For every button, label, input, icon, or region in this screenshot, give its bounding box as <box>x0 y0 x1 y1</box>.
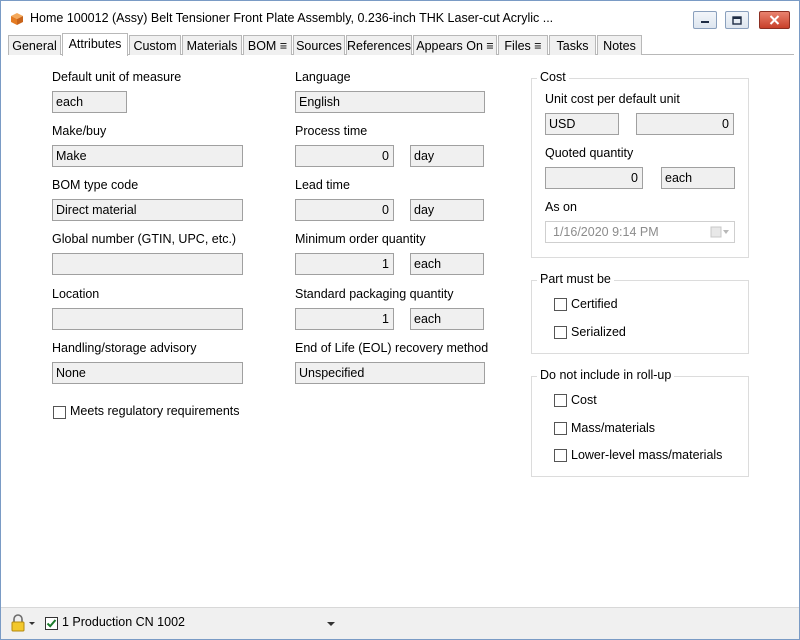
close-icon <box>769 15 780 25</box>
change-notice-label: 1 Production CN 1002 <box>62 615 185 629</box>
tab-attributes[interactable]: Attributes <box>62 33 128 56</box>
lead-time-field[interactable]: 0 <box>295 199 394 221</box>
lead-time-label: Lead time <box>295 178 350 192</box>
tab-files[interactable]: Files ≡ <box>498 35 548 55</box>
change-notice-dropdown[interactable] <box>325 618 337 628</box>
eol-field[interactable]: Unspecified <box>295 362 485 384</box>
bom-type-field[interactable]: Direct material <box>52 199 243 221</box>
tab-sources[interactable]: Sources <box>293 35 345 55</box>
make-buy-label: Make/buy <box>52 124 107 138</box>
rollup-cost-checkbox[interactable] <box>554 394 567 407</box>
global-number-field[interactable] <box>52 253 243 275</box>
regulatory-checkbox[interactable] <box>53 406 66 419</box>
min-order-field[interactable]: 1 <box>295 253 394 275</box>
checkmark-icon <box>46 619 57 628</box>
make-buy-field[interactable]: Make <box>52 145 243 167</box>
language-field[interactable]: English <box>295 91 485 113</box>
box-icon <box>11 13 23 25</box>
maximize-icon <box>732 15 742 25</box>
tab-custom[interactable]: Custom <box>129 35 181 55</box>
bom-type-label: BOM type code <box>52 178 139 192</box>
certified-label: Certified <box>571 297 618 311</box>
tab-bom[interactable]: BOM ≡ <box>243 35 292 55</box>
std-pack-unit[interactable]: each <box>410 308 484 330</box>
maximize-button[interactable] <box>725 11 749 29</box>
lock-dropdown-button[interactable] <box>10 614 38 632</box>
serialized-checkbox[interactable] <box>554 326 567 339</box>
lock-icon <box>11 614 35 632</box>
tab-bar: General Attributes Custom Materials BOM … <box>8 33 794 56</box>
quoted-qty-unit[interactable]: each <box>661 167 735 189</box>
close-button[interactable] <box>759 11 790 29</box>
std-pack-label: Standard packaging quantity <box>295 287 454 301</box>
as-on-datetime-picker[interactable]: 1/16/2020 9:14 PM <box>545 221 735 243</box>
part-must-be-title: Part must be <box>537 272 614 286</box>
handling-field[interactable]: None <box>52 362 243 384</box>
tab-references[interactable]: References <box>346 35 412 55</box>
location-field[interactable] <box>52 308 243 330</box>
eol-label: End of Life (EOL) recovery method <box>295 341 489 355</box>
tab-notes[interactable]: Notes <box>597 35 642 55</box>
rollup-cost-label: Cost <box>571 393 597 407</box>
change-notice-checkbox[interactable] <box>45 617 58 630</box>
rollup-mass-checkbox[interactable] <box>554 422 567 435</box>
default-uom-field[interactable]: each <box>52 91 127 113</box>
tab-appears-on[interactable]: Appears On ≡ <box>413 35 497 55</box>
unit-cost-field[interactable]: 0 <box>636 113 734 135</box>
rollup-mass-label: Mass/materials <box>571 421 656 435</box>
process-time-field[interactable]: 0 <box>295 145 394 167</box>
default-uom-label: Default unit of measure <box>52 70 182 84</box>
global-number-label: Global number (GTIN, UPC, etc.) <box>52 232 237 246</box>
tab-materials[interactable]: Materials <box>182 35 242 55</box>
certified-checkbox[interactable] <box>554 298 567 311</box>
process-time-unit[interactable]: day <box>410 145 484 167</box>
tab-tasks[interactable]: Tasks <box>549 35 596 55</box>
min-order-label: Minimum order quantity <box>295 232 426 246</box>
rollup-lower-mass-checkbox[interactable] <box>554 449 567 462</box>
handling-label: Handling/storage advisory <box>52 341 197 355</box>
quoted-qty-label: Quoted quantity <box>545 146 634 160</box>
calendar-dropdown-icon <box>710 226 729 238</box>
chevron-down-icon <box>327 622 335 626</box>
attributes-window: Home 100012 (Assy) Belt Tensioner Front … <box>0 0 800 640</box>
rollup-lower-mass-label: Lower-level mass/materials <box>571 448 723 462</box>
serialized-label: Serialized <box>571 325 626 339</box>
language-label: Language <box>295 70 351 84</box>
window-title: Home 100012 (Assy) Belt Tensioner Front … <box>30 11 554 25</box>
minimize-icon <box>701 21 709 23</box>
rollup-group-title: Do not include in roll-up <box>537 368 675 382</box>
currency-field[interactable]: USD <box>545 113 619 135</box>
as-on-label: As on <box>545 200 577 214</box>
quoted-qty-field[interactable]: 0 <box>545 167 643 189</box>
min-order-unit[interactable]: each <box>410 253 484 275</box>
tab-general[interactable]: General <box>8 35 61 55</box>
status-bar: 1 Production CN 1002 <box>1 607 799 639</box>
lead-time-unit[interactable]: day <box>410 199 484 221</box>
process-time-label: Process time <box>295 124 368 138</box>
title-bar[interactable]: Home 100012 (Assy) Belt Tensioner Front … <box>1 1 799 33</box>
cost-group-title: Cost <box>537 70 569 84</box>
minimize-button[interactable] <box>693 11 717 29</box>
attributes-panel: Default unit of measure each Make/buy Ma… <box>8 55 794 607</box>
regulatory-label: Meets regulatory requirements <box>70 404 240 418</box>
part-must-be-group <box>531 280 749 354</box>
as-on-value: 1/16/2020 9:14 PM <box>553 225 659 239</box>
std-pack-field[interactable]: 1 <box>295 308 394 330</box>
unit-cost-label: Unit cost per default unit <box>545 92 680 106</box>
location-label: Location <box>52 287 100 301</box>
